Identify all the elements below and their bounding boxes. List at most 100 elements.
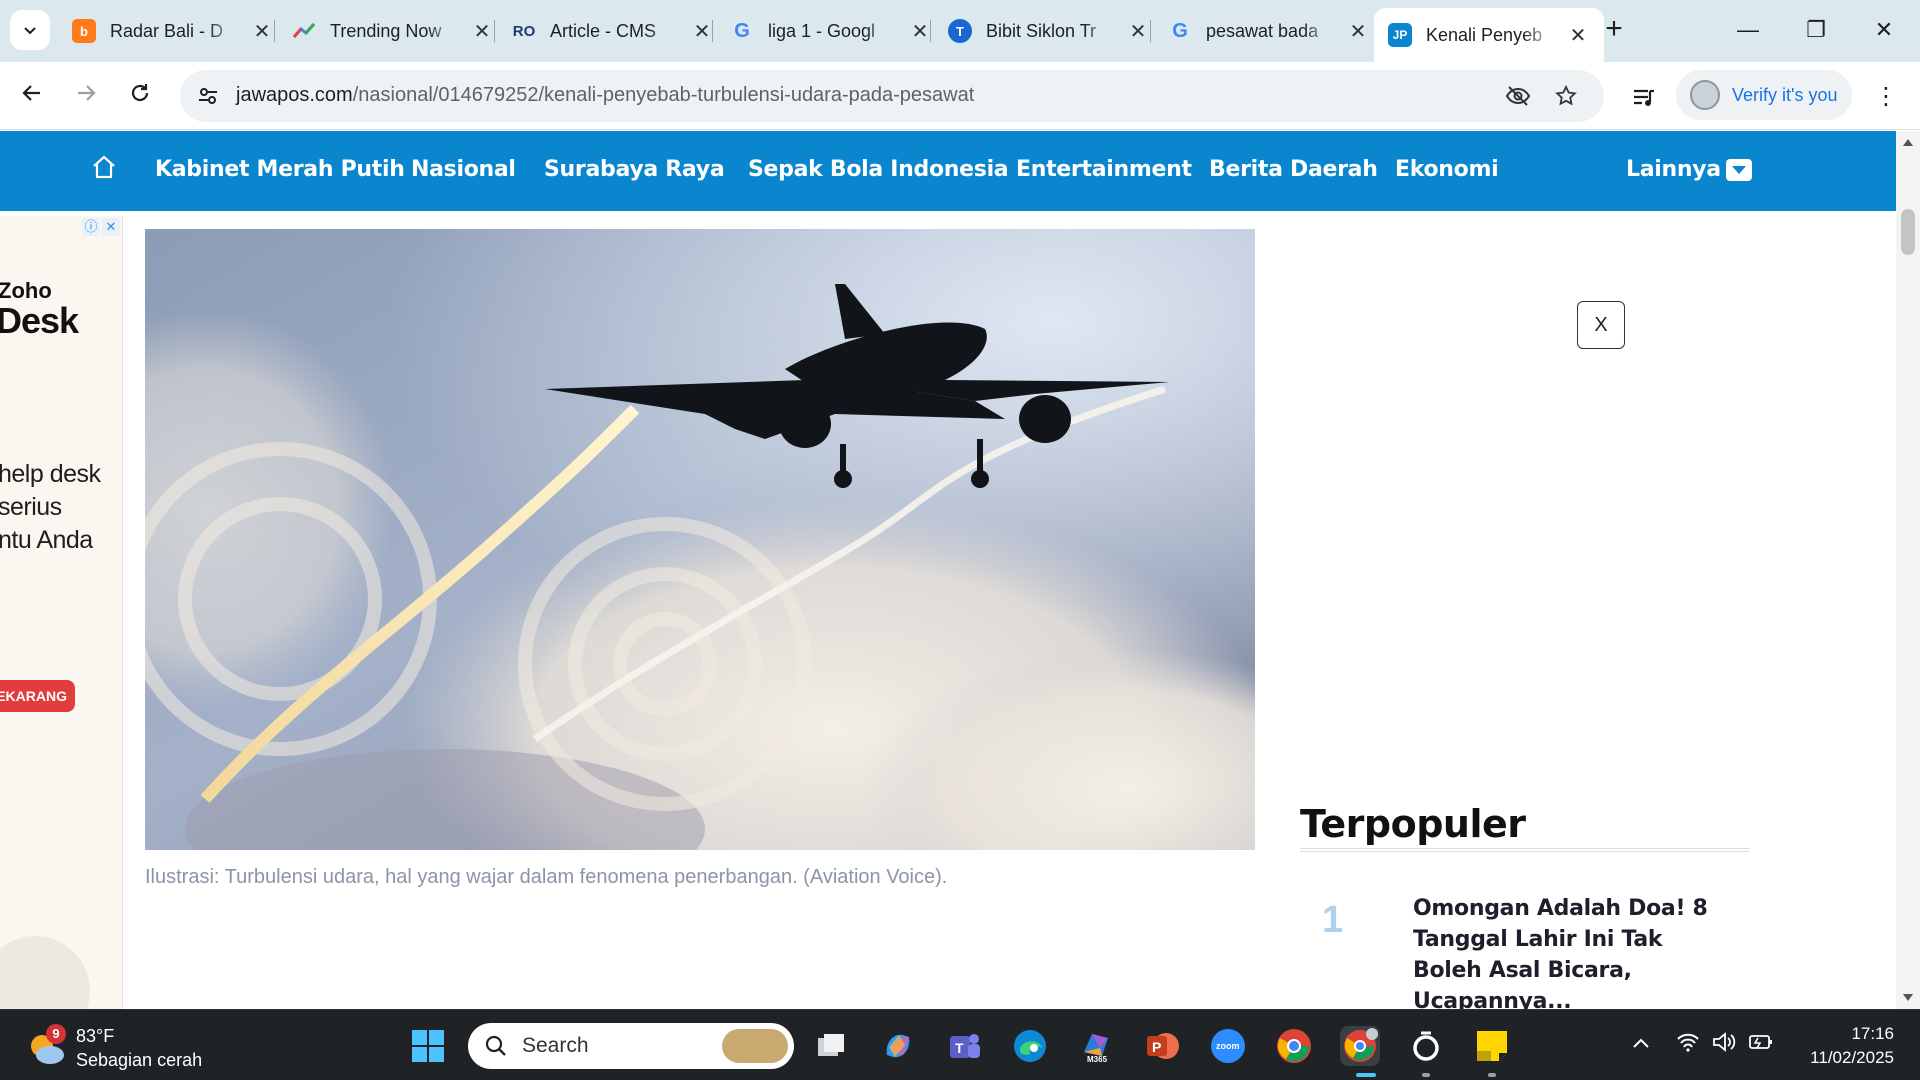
media-queue-icon[interactable] bbox=[1630, 84, 1658, 112]
address-bar[interactable]: jawapos.com/nasional/014679252/kenali-pe… bbox=[180, 70, 1604, 122]
chrome-icon[interactable] bbox=[1274, 1026, 1314, 1066]
nav-sepak-bola-indonesia[interactable]: Sepak Bola Indonesia bbox=[748, 157, 1009, 182]
tab-liga-1-google[interactable]: G liga 1 - Googl ✕ bbox=[716, 8, 946, 54]
left-ad-banner[interactable]: ⓘ ✕ Zoho Desk help desk serius ntu Anda … bbox=[0, 216, 123, 1009]
nav-berita-daerah[interactable]: Berita Daerah bbox=[1209, 157, 1378, 182]
weather-desc: Sebagian cerah bbox=[76, 1050, 203, 1070]
sticky-notes-icon[interactable] bbox=[1472, 1026, 1512, 1066]
eye-off-icon[interactable] bbox=[1504, 82, 1532, 110]
site-settings-icon[interactable] bbox=[194, 82, 222, 110]
tab-title: Trending Now bbox=[330, 20, 442, 41]
close-tab-icon[interactable]: ✕ bbox=[1346, 19, 1370, 44]
volume-icon[interactable] bbox=[1712, 1032, 1736, 1058]
zoom-icon[interactable]: zoom bbox=[1208, 1026, 1248, 1066]
tab-title: Article - CMS bbox=[550, 20, 657, 41]
windows-start-icon[interactable] bbox=[408, 1026, 448, 1066]
close-tab-icon[interactable]: ✕ bbox=[908, 19, 932, 44]
tab-strip: b Radar Bali - D ✕ Trending Now ✕ RO Art… bbox=[0, 0, 1920, 62]
windows-taskbar: 9 83°F Sebagian cerah Search T M365 P zo… bbox=[0, 1009, 1920, 1080]
svg-text:M365: M365 bbox=[1087, 1055, 1108, 1064]
caret-down-icon[interactable] bbox=[1726, 159, 1752, 181]
nav-lainnya[interactable]: Lainnya bbox=[1626, 157, 1721, 182]
close-tab-icon[interactable]: ✕ bbox=[1566, 23, 1590, 48]
popular-section-title: Terpopuler bbox=[1300, 802, 1526, 846]
ad-info-icon[interactable]: ⓘ bbox=[82, 218, 100, 236]
svg-text:zoom: zoom bbox=[1216, 1041, 1240, 1051]
weather-widget[interactable]: 9 83°F Sebagian cerah bbox=[26, 1024, 202, 1072]
tab-trending-now[interactable]: Trending Now ✕ bbox=[278, 8, 508, 54]
tab-radar-bali[interactable]: b Radar Bali - D ✕ bbox=[58, 8, 288, 54]
image-caption: Ilustrasi: Turbulensi udara, hal yang wa… bbox=[145, 866, 948, 888]
close-tab-icon[interactable]: ✕ bbox=[250, 19, 274, 44]
back-arrow-icon bbox=[22, 85, 40, 101]
nav-surabaya-raya[interactable]: Surabaya Raya bbox=[544, 157, 725, 182]
back-button[interactable] bbox=[14, 78, 50, 114]
ad-body-text: help desk serius ntu Anda bbox=[0, 460, 101, 554]
app-indicator bbox=[1488, 1073, 1496, 1077]
nav-ekonomi[interactable]: Ekonomi bbox=[1395, 157, 1499, 182]
nav-nasional[interactable]: Nasional bbox=[411, 157, 516, 182]
close-ad-button[interactable]: X bbox=[1577, 301, 1625, 349]
scroll-thumb[interactable] bbox=[1901, 209, 1915, 255]
new-tab-button[interactable]: + bbox=[1596, 12, 1632, 48]
edge-icon[interactable] bbox=[1010, 1026, 1050, 1066]
app-indicator bbox=[1422, 1073, 1430, 1077]
nav-kabinet-merah-putih[interactable]: Kabinet Merah Putih bbox=[155, 157, 405, 182]
search-placeholder: Search bbox=[522, 1034, 589, 1057]
cms-icon: RO bbox=[512, 22, 536, 40]
forward-arrow-icon bbox=[78, 85, 96, 101]
chrome-profile-icon[interactable] bbox=[1340, 1026, 1380, 1066]
taskbar-search[interactable]: Search bbox=[468, 1023, 794, 1069]
close-window-button[interactable]: ✕ bbox=[1856, 10, 1912, 50]
battery-icon[interactable] bbox=[1748, 1032, 1774, 1058]
close-tab-icon[interactable]: ✕ bbox=[1126, 19, 1150, 44]
bookmark-star-icon[interactable] bbox=[1552, 82, 1580, 110]
article-page: ⓘ ✕ Zoho Desk help desk serius ntu Anda … bbox=[0, 211, 1896, 1009]
popular-divider bbox=[1300, 848, 1750, 852]
copilot-icon[interactable] bbox=[878, 1026, 918, 1066]
tab-kenali-penyebab[interactable]: JP Kenali Penyeb ✕ bbox=[1374, 8, 1604, 62]
task-view-icon[interactable] bbox=[812, 1026, 852, 1066]
scroll-up-icon[interactable] bbox=[1903, 139, 1913, 146]
search-highlight-image bbox=[722, 1029, 788, 1063]
url-text: jawapos.com/nasional/014679252/kenali-pe… bbox=[236, 84, 975, 106]
radar-bali-icon: b bbox=[72, 19, 96, 43]
tab-article-cms[interactable]: RO Article - CMS ✕ bbox=[498, 8, 728, 54]
tab-bibit-siklon[interactable]: T Bibit Siklon Tr ✕ bbox=[934, 8, 1164, 54]
google-icon: G bbox=[734, 19, 750, 42]
system-clock[interactable]: 17:16 11/02/2025 bbox=[1798, 1022, 1894, 1070]
home-icon[interactable] bbox=[90, 153, 118, 186]
tab-search-button[interactable] bbox=[10, 10, 50, 50]
show-hidden-icons-chevron-icon[interactable] bbox=[1632, 1032, 1650, 1055]
teams-icon[interactable]: T bbox=[944, 1026, 984, 1066]
weather-icon: 9 bbox=[26, 1024, 66, 1068]
svg-text:T: T bbox=[955, 1040, 964, 1056]
forward-button[interactable] bbox=[68, 78, 104, 114]
more-menu-icon[interactable]: ⋮ bbox=[1872, 82, 1900, 110]
tab-title: Radar Bali - D bbox=[110, 20, 224, 41]
ad-cta-button[interactable]: EKARANG bbox=[0, 680, 75, 712]
m365-icon[interactable]: M365 bbox=[1076, 1026, 1116, 1066]
weather-badge: 9 bbox=[46, 1024, 66, 1044]
close-tab-icon[interactable]: ✕ bbox=[470, 19, 494, 44]
popular-article-link[interactable]: Omongan Adalah Doa! 8 Tanggal Lahir Ini … bbox=[1413, 893, 1733, 1009]
cortana-ring-icon[interactable] bbox=[1406, 1026, 1446, 1066]
tab-pesawat-google[interactable]: G pesawat bada ✕ bbox=[1154, 8, 1384, 54]
verify-profile-button[interactable]: Verify it's you bbox=[1676, 70, 1852, 120]
close-tab-icon[interactable]: ✕ bbox=[690, 19, 714, 44]
nav-entertainment[interactable]: Entertainment bbox=[1016, 157, 1192, 182]
weather-temp: 83°F bbox=[76, 1026, 115, 1046]
restore-button[interactable]: ❐ bbox=[1788, 10, 1844, 50]
jawapos-icon: JP bbox=[1388, 23, 1412, 47]
ad-close-icon[interactable]: ✕ bbox=[102, 218, 120, 236]
powerpoint-icon[interactable]: P bbox=[1142, 1026, 1182, 1066]
minimize-button[interactable]: — bbox=[1720, 10, 1776, 50]
bibit-icon: T bbox=[948, 19, 972, 43]
page-scrollbar[interactable] bbox=[1896, 131, 1920, 1009]
active-app-indicator bbox=[1356, 1073, 1376, 1077]
scroll-down-icon[interactable] bbox=[1903, 994, 1913, 1001]
reload-button[interactable] bbox=[122, 78, 158, 114]
tab-title: Bibit Siklon Tr bbox=[986, 20, 1097, 41]
tab-title: Kenali Penyeb bbox=[1426, 24, 1543, 45]
wifi-icon[interactable] bbox=[1676, 1032, 1700, 1058]
